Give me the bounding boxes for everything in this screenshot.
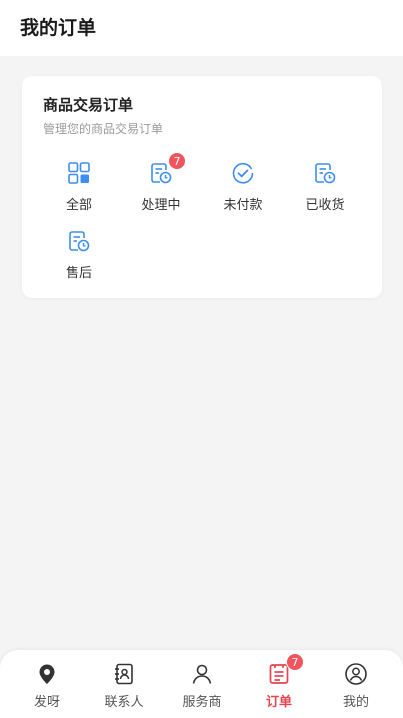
location-pin-icon: [35, 662, 59, 686]
grid-icon: [66, 160, 92, 186]
tab-orders[interactable]: 7 订单: [239, 653, 319, 710]
order-filter-all[interactable]: 全部: [39, 160, 119, 213]
order-card: 商品交易订单 管理您的商品交易订单 全部 7 处理中 未付款 已收货 售后: [22, 76, 382, 298]
order-filter-received[interactable]: 已收货: [285, 160, 365, 213]
order-filter-label: 售后: [65, 266, 92, 281]
header-bar: 我的订单: [0, 0, 403, 56]
order-filter-processing[interactable]: 7 处理中: [121, 152, 201, 213]
bottom-tab-bar: 发呀 联系人 服务商 7 订单 我的: [0, 650, 403, 718]
tab-service-provider[interactable]: 服务商: [162, 662, 242, 710]
check-circle-icon: [230, 160, 256, 186]
document-clock-icon: 7: [148, 152, 186, 186]
user-icon: [190, 662, 214, 686]
tab-label: 发呀: [33, 695, 60, 710]
orders-count-badge: 7: [286, 653, 304, 671]
tab-label: 我的: [342, 695, 369, 710]
page-title: 我的订单: [20, 17, 97, 39]
document-clock-icon: [312, 160, 338, 186]
tab-mine[interactable]: 我的: [316, 662, 396, 710]
order-filter-label: 已收货: [305, 198, 345, 213]
contacts-icon: [112, 662, 136, 686]
card-subtitle: 管理您的商品交易订单: [43, 122, 164, 136]
document-clock-icon: [66, 228, 92, 254]
order-filter-label: 处理中: [141, 198, 181, 213]
orders-icon: 7: [267, 653, 304, 686]
tab-faya[interactable]: 发呀: [7, 662, 87, 710]
tab-label: 订单: [265, 695, 292, 710]
tab-label: 联系人: [104, 695, 144, 710]
card-title: 商品交易订单: [43, 96, 134, 114]
order-filter-label: 未付款: [223, 198, 263, 213]
tab-label: 服务商: [182, 695, 222, 710]
profile-icon: [344, 662, 368, 686]
order-filter-unpaid[interactable]: 未付款: [203, 160, 283, 213]
order-filter-after-sales[interactable]: 售后: [39, 228, 119, 281]
order-filter-label: 全部: [65, 198, 92, 213]
tab-contacts[interactable]: 联系人: [84, 662, 164, 710]
processing-count-badge: 7: [168, 152, 186, 170]
